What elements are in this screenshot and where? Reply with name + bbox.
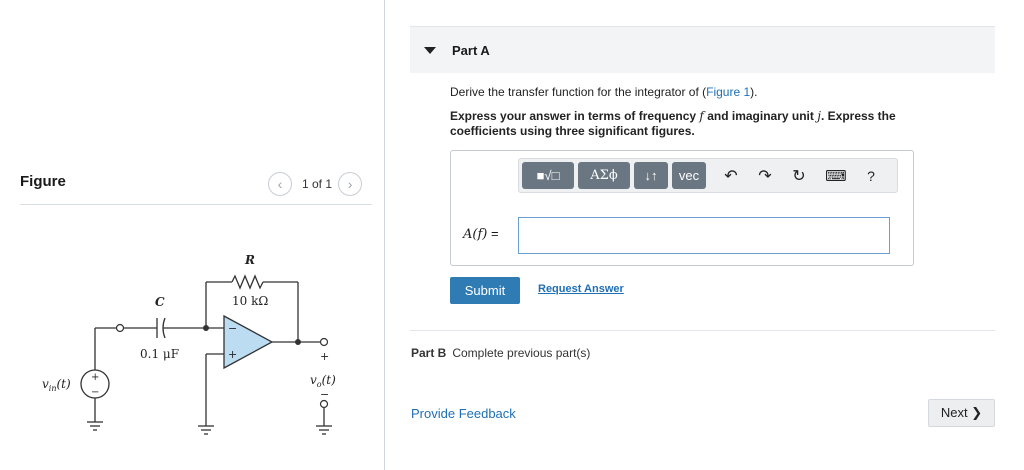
part-a-header[interactable]: Part A xyxy=(410,27,995,73)
figure-pager: ‹ 1 of 1 › xyxy=(268,172,363,196)
figure-panel: Figure ‹ 1 of 1 › R 10 kΩ C 0.1 μF − + +… xyxy=(0,0,384,470)
vector-button[interactable]: vec xyxy=(672,162,706,189)
answer-box: ■√□ ΑΣϕ ↓↑ vec ↶ ↷ ↻ ⌨ ? A(f) = xyxy=(450,150,914,266)
submit-button[interactable]: Submit xyxy=(450,277,520,304)
opamp-noninverting-sign: + xyxy=(228,348,237,361)
part-a-title: Part A xyxy=(452,42,490,58)
source-voltage-label: vin(t) xyxy=(42,377,71,393)
output-minus-sign: − xyxy=(320,388,329,401)
pager-count: 1 of 1 xyxy=(302,177,333,191)
provide-feedback-link[interactable]: Provide Feedback xyxy=(411,406,516,421)
output-voltage-label: vo(t) xyxy=(310,373,336,389)
instruction-text: Express your answer in terms of frequenc… xyxy=(450,109,896,138)
redo-icon[interactable]: ↷ xyxy=(748,162,782,189)
answer-input[interactable] xyxy=(518,217,890,254)
answer-label: A(f) = xyxy=(463,226,499,242)
resistor-symbol-label: R xyxy=(244,253,255,267)
help-icon[interactable]: ? xyxy=(856,162,886,189)
resistor-value-label: 10 kΩ xyxy=(232,294,268,308)
question-panel: Part A Derive the transfer function for … xyxy=(385,0,1024,470)
request-answer-link[interactable]: Request Answer xyxy=(538,283,624,295)
middle-divider xyxy=(410,330,995,331)
reset-icon[interactable]: ↻ xyxy=(782,162,816,189)
greek-symbols-button[interactable]: ΑΣϕ xyxy=(578,162,630,189)
source-plus-sign: + xyxy=(91,372,99,383)
figure-link[interactable]: Figure 1 xyxy=(706,85,750,99)
next-button[interactable]: Next ❯ xyxy=(928,399,995,427)
chevron-right-icon: › xyxy=(347,176,353,192)
templates-button[interactable]: ■√□ xyxy=(522,162,574,189)
next-figure-button[interactable]: › xyxy=(338,172,363,196)
source-minus-sign: − xyxy=(91,387,99,398)
output-plus-sign: + xyxy=(320,350,329,363)
question-text: Derive the transfer function for the int… xyxy=(450,85,758,99)
templates-icon: ■√□ xyxy=(536,168,560,183)
undo-icon[interactable]: ↶ xyxy=(714,162,748,189)
figure-divider xyxy=(20,204,372,205)
integrator-circuit-diagram: R 10 kΩ C 0.1 μF − + + − + − vin(t) vo(t… xyxy=(42,253,336,435)
part-b-status: Complete previous part(s) xyxy=(452,346,591,360)
capacitor-value-label: 0.1 μF xyxy=(140,347,179,361)
chevron-left-icon: ‹ xyxy=(277,176,283,192)
capacitor-symbol-label: C xyxy=(155,295,165,309)
part-b-title: Part B xyxy=(411,346,447,360)
part-b-row: Part B Complete previous part(s) xyxy=(411,346,590,360)
opamp-inverting-sign: − xyxy=(228,322,237,335)
caret-down-icon[interactable] xyxy=(424,46,436,54)
subscript-superscript-button[interactable]: ↓↑ xyxy=(634,162,668,189)
keyboard-icon[interactable]: ⌨ xyxy=(816,162,856,189)
math-toolbar: ■√□ ΑΣϕ ↓↑ vec ↶ ↷ ↻ ⌨ ? xyxy=(518,158,898,193)
figure-title: Figure xyxy=(20,173,66,190)
prev-figure-button[interactable]: ‹ xyxy=(268,172,292,196)
